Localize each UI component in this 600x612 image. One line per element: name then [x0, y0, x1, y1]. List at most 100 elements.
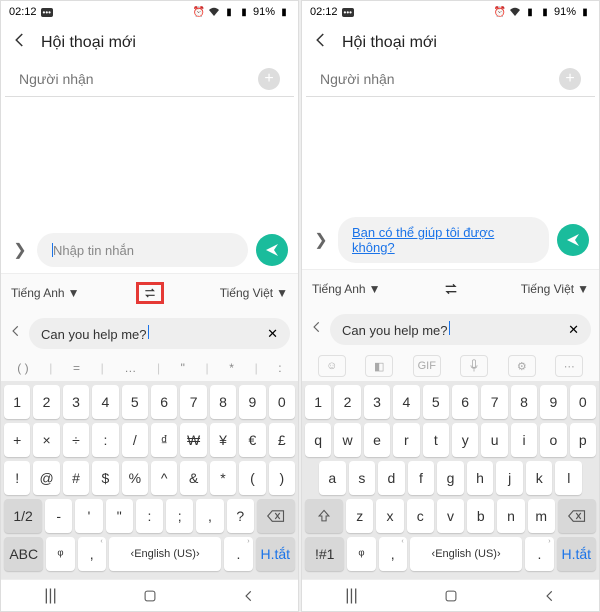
key-htat[interactable]: H.tắt	[256, 537, 295, 571]
sticker-icon[interactable]: ◧	[365, 355, 393, 377]
key[interactable]: ×	[33, 423, 59, 457]
backspace-key[interactable]	[257, 499, 295, 533]
key[interactable]: k	[526, 461, 553, 495]
recipient-input[interactable]	[19, 71, 258, 87]
key[interactable]: r	[393, 423, 419, 457]
key-abc[interactable]: ABC	[4, 537, 43, 571]
send-button[interactable]	[256, 234, 288, 266]
suggest-item[interactable]: :	[274, 359, 285, 377]
key-numsym[interactable]: !#1	[305, 537, 344, 571]
key[interactable]: 8	[511, 385, 537, 419]
key[interactable]: +	[4, 423, 30, 457]
key[interactable]: 2	[334, 385, 360, 419]
key-dot[interactable]: .›	[224, 537, 252, 571]
key[interactable]: "	[106, 499, 133, 533]
key[interactable]: 5	[122, 385, 148, 419]
swap-lang-button[interactable]	[437, 278, 465, 300]
suggest-item[interactable]: *	[225, 359, 238, 377]
home-button[interactable]	[139, 589, 161, 603]
key[interactable]: /	[122, 423, 148, 457]
collapse-icon[interactable]	[9, 324, 23, 343]
key[interactable]: c	[407, 499, 434, 533]
key[interactable]: ÷	[63, 423, 89, 457]
expand-icon[interactable]: ⋯	[555, 355, 583, 377]
recipient-input[interactable]	[320, 71, 559, 87]
key[interactable]: 9	[239, 385, 265, 419]
key[interactable]: ₫	[151, 423, 177, 457]
add-recipient-button[interactable]: +	[559, 68, 581, 90]
shift-key[interactable]	[305, 499, 343, 533]
key[interactable]: ^	[151, 461, 177, 495]
key[interactable]: )	[269, 461, 295, 495]
key[interactable]: h	[467, 461, 494, 495]
key[interactable]: 0	[570, 385, 596, 419]
key[interactable]: 3	[364, 385, 390, 419]
key[interactable]: a	[319, 461, 346, 495]
key[interactable]: 9	[540, 385, 566, 419]
key[interactable]: %	[122, 461, 148, 495]
key[interactable]: 4	[92, 385, 118, 419]
key[interactable]: 7	[180, 385, 206, 419]
key[interactable]: ,	[196, 499, 223, 533]
home-button[interactable]	[440, 589, 462, 603]
voice-icon[interactable]	[460, 355, 488, 377]
key[interactable]: e	[364, 423, 390, 457]
key[interactable]: b	[467, 499, 494, 533]
key-comma[interactable]: ,‹	[379, 537, 407, 571]
key[interactable]: #	[63, 461, 89, 495]
settings-icon[interactable]: ⚙	[508, 355, 536, 377]
key[interactable]: z	[346, 499, 373, 533]
expand-icon[interactable]: ❯	[312, 230, 330, 250]
key[interactable]: j	[496, 461, 523, 495]
source-lang[interactable]: Tiếng Anh ▼	[11, 286, 80, 300]
target-lang[interactable]: Tiếng Việt ▼	[220, 286, 288, 300]
clear-icon[interactable]: ✕	[267, 326, 278, 342]
key[interactable]: m	[528, 499, 555, 533]
key[interactable]: :	[92, 423, 118, 457]
key[interactable]: 0	[269, 385, 295, 419]
emoji-icon[interactable]: ☺	[318, 355, 346, 377]
clear-icon[interactable]: ✕	[568, 322, 579, 338]
back-button[interactable]	[539, 589, 561, 603]
expand-icon[interactable]: ❯	[11, 240, 29, 260]
key[interactable]: 8	[210, 385, 236, 419]
key[interactable]: 1	[4, 385, 30, 419]
translate-input[interactable]: Can you help me? ✕	[330, 314, 591, 345]
key[interactable]: n	[497, 499, 524, 533]
key[interactable]: u	[481, 423, 507, 457]
key[interactable]: 5	[423, 385, 449, 419]
key[interactable]: @	[33, 461, 59, 495]
key[interactable]: ¥	[210, 423, 236, 457]
recents-button[interactable]: |||	[341, 589, 363, 603]
key[interactable]: o	[540, 423, 566, 457]
add-recipient-button[interactable]: +	[258, 68, 280, 90]
back-icon[interactable]	[312, 31, 330, 54]
space-key[interactable]: ‹ English (US) ›	[410, 537, 523, 571]
key[interactable]: ₩	[180, 423, 206, 457]
target-lang[interactable]: Tiếng Việt ▼	[521, 282, 589, 296]
key[interactable]: 3	[63, 385, 89, 419]
key[interactable]: f	[408, 461, 435, 495]
key[interactable]: t	[423, 423, 449, 457]
collapse-icon[interactable]	[310, 320, 324, 339]
key[interactable]: y	[452, 423, 478, 457]
swap-lang-button[interactable]	[136, 282, 164, 304]
key-dot[interactable]: .›	[525, 537, 553, 571]
key[interactable]: !	[4, 461, 30, 495]
key-half[interactable]: 1/2	[4, 499, 42, 533]
key[interactable]: £	[269, 423, 295, 457]
key[interactable]: l	[555, 461, 582, 495]
key[interactable]: 6	[151, 385, 177, 419]
key[interactable]: $	[92, 461, 118, 495]
key[interactable]: i	[511, 423, 537, 457]
back-icon[interactable]	[11, 31, 29, 54]
key[interactable]: €	[239, 423, 265, 457]
source-lang[interactable]: Tiếng Anh ▼	[312, 282, 381, 296]
key[interactable]: (	[239, 461, 265, 495]
key-htat[interactable]: H.tắt	[557, 537, 596, 571]
suggest-item[interactable]: ( )	[13, 359, 32, 377]
backspace-key[interactable]	[558, 499, 596, 533]
space-key[interactable]: ‹ English (US) ›	[109, 537, 222, 571]
key[interactable]: d	[378, 461, 405, 495]
key[interactable]: ;	[166, 499, 193, 533]
